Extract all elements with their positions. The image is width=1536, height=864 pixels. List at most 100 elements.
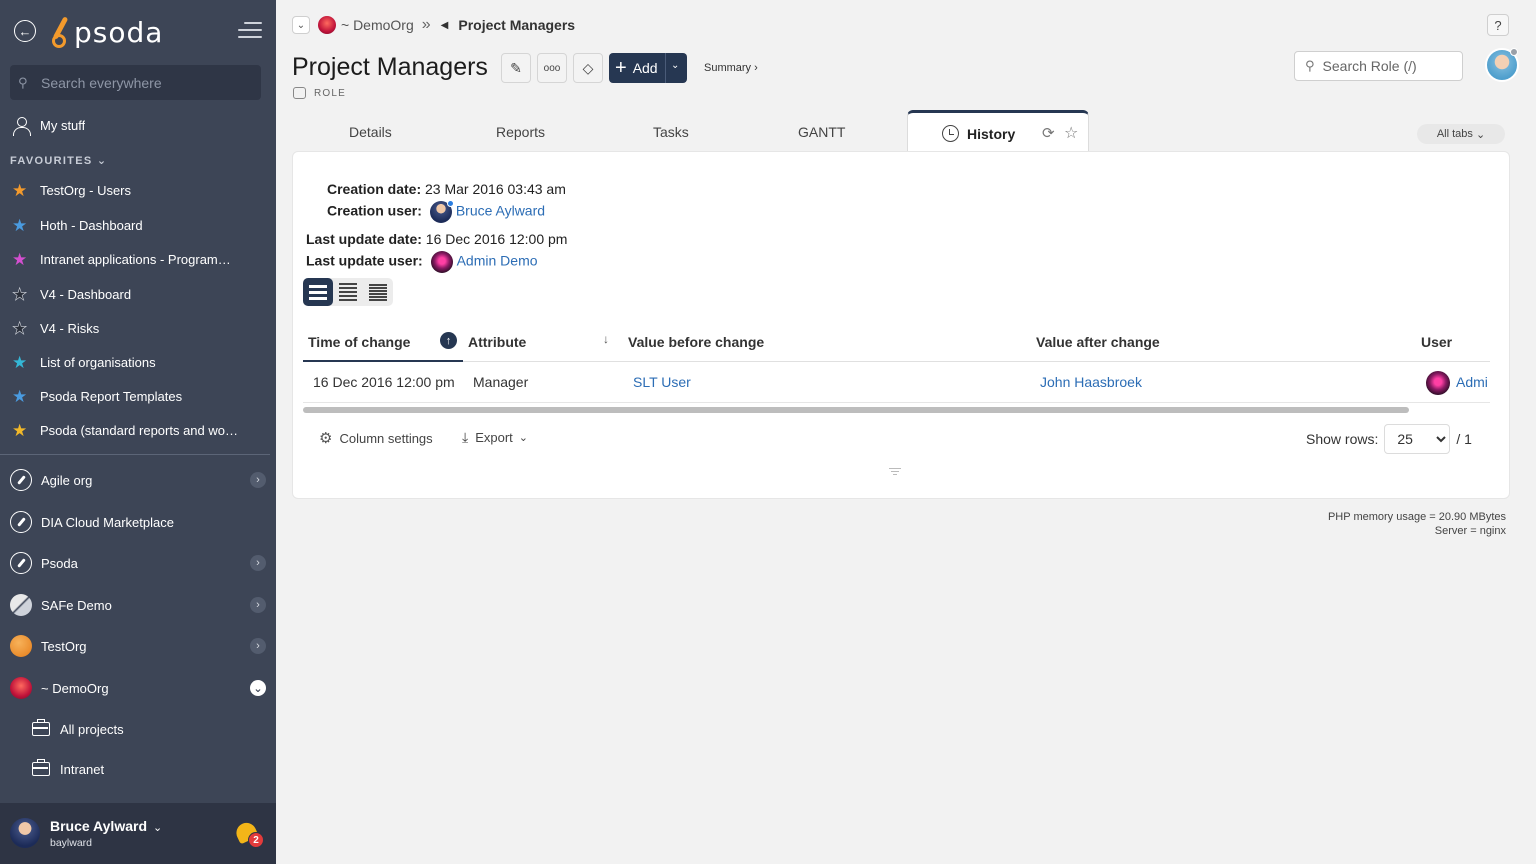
breadcrumb-org[interactable]: ~ DemoOrg bbox=[341, 17, 414, 33]
breadcrumb: ⌄ ~ DemoOrg » ◀ Project Managers bbox=[292, 14, 575, 36]
favourite-label: Psoda (standard reports and work... bbox=[40, 422, 240, 438]
user-name-text: Bruce Aylward bbox=[50, 818, 147, 834]
star-icon: ★ bbox=[12, 318, 28, 338]
star-icon[interactable]: ☆ bbox=[1064, 123, 1078, 143]
sidebar-org-demoorg[interactable]: ~ DemoOrg ⌄ bbox=[0, 673, 276, 703]
psoda-logo-mark bbox=[48, 14, 76, 50]
refresh-icon[interactable]: ⟳ bbox=[1042, 124, 1055, 142]
star-icon: ★ bbox=[12, 284, 28, 304]
chevron-right-icon[interactable]: › bbox=[250, 638, 266, 654]
user-username: baylward bbox=[50, 837, 93, 849]
all-tabs-button[interactable]: All tabs ⌄ bbox=[1417, 124, 1505, 144]
resize-handle-icon[interactable] bbox=[889, 468, 901, 477]
favourites-heading-label: FAVOURITES bbox=[10, 155, 93, 167]
sort-ascending-icon[interactable]: ↑ bbox=[440, 332, 457, 349]
chevron-down-icon[interactable]: ⌄ bbox=[671, 60, 679, 71]
favourite-item[interactable]: ★ Psoda (standard reports and work... bbox=[0, 418, 276, 442]
plus-icon: + bbox=[615, 57, 627, 79]
export-button[interactable]: ⤓ Export ⌄ bbox=[462, 429, 528, 446]
tab-details[interactable]: Details bbox=[349, 124, 392, 140]
tab-reports[interactable]: Reports bbox=[496, 124, 545, 140]
help-button[interactable]: ? bbox=[1487, 14, 1509, 36]
chevron-down-icon[interactable]: ⌄ bbox=[292, 16, 310, 34]
edit-button[interactable]: ✎ bbox=[501, 53, 531, 83]
column-header-before[interactable]: Value before change bbox=[628, 334, 764, 350]
memory-usage: PHP memory usage = 20.90 MBytes bbox=[1327, 511, 1506, 523]
cell-user-link[interactable]: Admi bbox=[1456, 374, 1488, 390]
export-label: Export bbox=[475, 430, 513, 445]
global-search-input[interactable] bbox=[41, 74, 251, 91]
tag-button[interactable]: ◇ bbox=[573, 53, 603, 83]
my-stuff-link[interactable]: My stuff bbox=[0, 113, 276, 137]
active-sort-underline bbox=[303, 360, 463, 362]
column-header-time[interactable]: Time of change bbox=[308, 334, 410, 350]
last-update-date: Last update date: 16 Dec 2016 12:00 pm bbox=[306, 231, 567, 247]
show-rows-label: Show rows: bbox=[1306, 431, 1379, 447]
chevron-right-icon[interactable]: › bbox=[250, 597, 266, 613]
sub-item-label: All projects bbox=[60, 721, 124, 737]
chevron-down-icon: ⌄ bbox=[518, 432, 528, 444]
last-update-date-label: Last update date: bbox=[306, 231, 422, 247]
favourite-item[interactable]: ★ V4 - Risks bbox=[0, 316, 276, 340]
chevron-right-icon[interactable]: › bbox=[250, 555, 266, 571]
sidebar-sub-intranet[interactable]: Intranet bbox=[0, 756, 276, 782]
avatar bbox=[429, 200, 454, 223]
add-label: Add bbox=[632, 60, 658, 76]
favourite-item[interactable]: ★ V4 - Dashboard bbox=[0, 282, 276, 306]
sort-descending-icon[interactable]: ↓ bbox=[603, 332, 609, 346]
role-search-input[interactable] bbox=[1322, 58, 1453, 74]
cell-after-link[interactable]: John Haasbroek bbox=[1040, 374, 1142, 390]
add-button[interactable]: + Add ⌄ bbox=[609, 53, 687, 83]
rows-per-page-select[interactable]: 102550100 bbox=[1384, 424, 1451, 454]
sidebar-org-dia-cloud[interactable]: DIA Cloud Marketplace bbox=[0, 507, 276, 537]
sidebar-user[interactable]: Bruce Aylward ⌄ baylward 2 bbox=[0, 803, 276, 864]
collapse-menu-icon[interactable] bbox=[238, 22, 262, 40]
view-mode-compact[interactable] bbox=[333, 278, 363, 306]
last-update-user-link[interactable]: Admin Demo bbox=[457, 253, 538, 269]
creation-user: Creation user: Bruce Aylward bbox=[327, 200, 545, 223]
cell-before-link[interactable]: SLT User bbox=[633, 374, 691, 390]
chevron-down-icon[interactable]: ⌄ bbox=[250, 680, 266, 696]
item-type-label: ROLE bbox=[293, 87, 346, 99]
double-chevron-icon: » bbox=[421, 16, 431, 33]
view-mode-comfortable[interactable] bbox=[303, 278, 333, 306]
favourite-item[interactable]: ★ List of organisations bbox=[0, 350, 276, 374]
summary-link[interactable]: Summary › bbox=[704, 62, 758, 74]
tab-tasks[interactable]: Tasks bbox=[653, 124, 689, 140]
sidebar-org-agile-org[interactable]: Agile org › bbox=[0, 465, 276, 495]
sidebar-org-safe-demo[interactable]: SAFe Demo › bbox=[0, 590, 276, 620]
role-icon bbox=[293, 87, 306, 99]
favourites-heading[interactable]: FAVOURITES ⌄ bbox=[10, 154, 107, 167]
avatar bbox=[10, 818, 40, 848]
favourite-item[interactable]: ★ Psoda Report Templates bbox=[0, 384, 276, 408]
history-icon bbox=[942, 125, 959, 142]
user-name: Bruce Aylward ⌄ bbox=[50, 818, 162, 834]
sidebar-org-psoda[interactable]: Psoda › bbox=[0, 548, 276, 578]
chevron-down-icon: ⌄ bbox=[96, 155, 108, 167]
column-header-attribute[interactable]: Attribute bbox=[468, 334, 526, 350]
column-header-user[interactable]: User bbox=[1421, 334, 1452, 350]
favourite-item[interactable]: ★ TestOrg - Users bbox=[0, 178, 276, 202]
favourite-label: Intranet applications - Programme... bbox=[40, 251, 240, 267]
favourite-item[interactable]: ★ Intranet applications - Programme... bbox=[0, 247, 276, 271]
chevron-right-icon[interactable]: › bbox=[250, 472, 266, 488]
column-header-after[interactable]: Value after change bbox=[1036, 334, 1160, 350]
rocket-icon bbox=[10, 552, 32, 574]
caret-left-icon[interactable]: ◀ bbox=[441, 20, 449, 31]
sidebar-sub-all-projects[interactable]: All projects bbox=[0, 716, 276, 742]
server-name: Server = nginx bbox=[1434, 525, 1506, 537]
page-count: / 1 bbox=[1456, 431, 1472, 447]
tab-gantt[interactable]: GANTT bbox=[798, 124, 845, 140]
sidebar-org-testorg[interactable]: TestOrg › bbox=[0, 631, 276, 661]
view-mode-dense[interactable] bbox=[363, 278, 393, 306]
view-mode-toggle bbox=[303, 278, 393, 306]
more-options-button[interactable]: ooo bbox=[537, 53, 567, 83]
horizontal-scrollbar[interactable] bbox=[303, 407, 1409, 413]
back-arrow-icon[interactable]: ← bbox=[14, 20, 36, 42]
column-settings-button[interactable]: ⚙ Column settings bbox=[319, 429, 433, 447]
psoda-logo[interactable]: psoda bbox=[48, 12, 163, 52]
tab-history[interactable]: History ⟳ ☆ bbox=[907, 110, 1089, 152]
creation-user-link[interactable]: Bruce Aylward bbox=[456, 203, 545, 219]
favourite-item[interactable]: ★ Hoth - Dashboard bbox=[0, 213, 276, 237]
table-row[interactable]: 16 Dec 2016 12:00 pm Manager SLT User Jo… bbox=[303, 363, 1490, 403]
